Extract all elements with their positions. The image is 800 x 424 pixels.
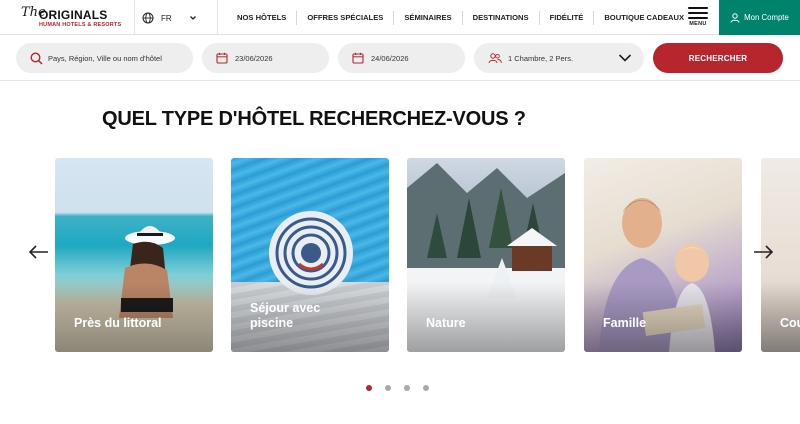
destination-placeholder: Pays, Région, Ville ou nom d'hôtel — [48, 53, 162, 63]
menu-icon — [688, 6, 708, 9]
arrow-right-icon[interactable] — [752, 243, 774, 261]
menu-button[interactable]: MENU — [686, 4, 710, 31]
language-selector[interactable]: FR — [142, 10, 197, 26]
pagination-dot-3[interactable] — [404, 385, 410, 391]
check-in-value: 23/06/2026 — [235, 53, 273, 63]
globe-icon — [142, 12, 154, 24]
logo-brand: ORIGINALS — [39, 8, 108, 22]
divider — [217, 0, 218, 35]
chevron-down-icon — [618, 54, 632, 62]
user-icon — [730, 12, 740, 23]
search-icon — [30, 51, 43, 65]
pagination-dot-4[interactable] — [423, 385, 429, 391]
nav-offres-speciales[interactable]: OFFRES SPÉCIALES — [297, 10, 395, 25]
nav-destinations[interactable]: DESTINATIONS — [463, 10, 540, 25]
calendar-icon — [216, 52, 228, 64]
logo-tagline: HUMAN HOTELS & RESORTS — [39, 22, 122, 28]
rooms-selector[interactable]: 1 Chambre, 2 Pers. — [474, 43, 644, 73]
divider — [134, 0, 135, 35]
card-label: Famille — [603, 316, 647, 330]
menu-label: MENU — [689, 21, 707, 27]
chevron-down-icon — [189, 16, 196, 20]
account-label: Mon Compte — [744, 13, 789, 22]
nav-nos-hotels[interactable]: NOS HÔTELS — [227, 10, 298, 25]
check-out-field[interactable]: 24/06/2026 — [338, 43, 465, 73]
hotel-type-card-piscine[interactable]: Séjour avec piscine — [231, 158, 389, 352]
hotel-type-card-littoral[interactable]: Près du littoral — [55, 158, 213, 352]
check-in-field[interactable]: 23/06/2026 — [202, 43, 329, 73]
destination-input[interactable]: Pays, Région, Ville ou nom d'hôtel — [16, 43, 193, 73]
top-navigation: The ORIGINALS HUMAN HOTELS & RESORTS FR … — [0, 0, 800, 35]
hotel-type-card-nature[interactable]: Nature — [407, 158, 565, 352]
pagination-dot-2[interactable] — [385, 385, 391, 391]
check-out-value: 24/06/2026 — [371, 53, 409, 63]
main-nav: NOS HÔTELS OFFRES SPÉCIALES SÉMINAIRES D… — [227, 0, 694, 35]
section-title: QUEL TYPE D'HÔTEL RECHERCHEZ-VOUS ? — [102, 108, 526, 130]
card-label: Séjour avec piscine — [250, 301, 321, 330]
pagination-dot-1[interactable] — [366, 385, 372, 391]
nav-boutique-cadeaux[interactable]: BOUTIQUE CADEAUX — [594, 11, 694, 25]
account-button[interactable]: Mon Compte — [719, 0, 800, 35]
nav-seminaires[interactable]: SÉMINAIRES — [394, 10, 463, 25]
search-button[interactable]: RECHERCHER — [653, 43, 783, 73]
nav-fidelite[interactable]: FIDÉLITÉ — [540, 10, 595, 25]
arrow-left-icon[interactable] — [28, 243, 50, 261]
logo[interactable]: The ORIGINALS HUMAN HOTELS & RESORTS — [21, 5, 131, 31]
card-label: Près du littoral — [74, 316, 162, 330]
calendar-icon — [352, 52, 364, 64]
carousel-pagination — [366, 385, 429, 391]
card-label: Nature — [426, 316, 466, 330]
rooms-value: 1 Chambre, 2 Pers. — [508, 53, 574, 63]
language-label: FR — [161, 13, 172, 23]
users-icon — [488, 52, 502, 63]
card-label: Cou — [780, 316, 800, 330]
search-bar: Pays, Région, Ville ou nom d'hôtel 23/06… — [0, 35, 800, 81]
hotel-type-card-famille[interactable]: Famille — [584, 158, 742, 352]
